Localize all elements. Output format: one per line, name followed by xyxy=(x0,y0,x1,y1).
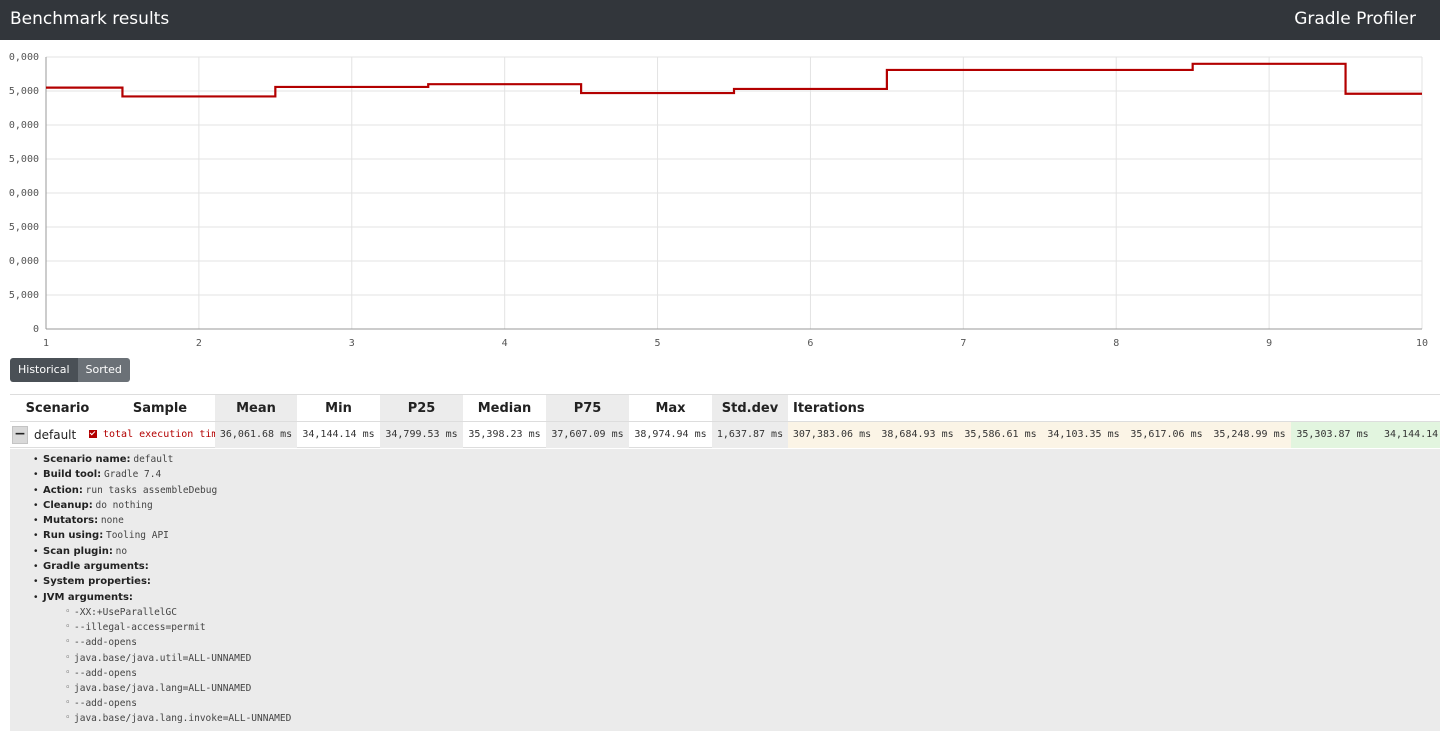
detail-item: Cleanup: do nothing xyxy=(34,498,1440,514)
detail-key: Scan plugin: xyxy=(43,545,113,557)
detail-value: Gradle 7.4 xyxy=(103,469,162,481)
detail-item: Run using: Tooling API xyxy=(34,528,1440,544)
x-tick-label: 10 xyxy=(1416,338,1428,349)
detail-value: Tooling API xyxy=(105,530,169,542)
iteration-value: 38,684.93 ms xyxy=(876,422,959,448)
detail-key: System properties: xyxy=(43,576,151,588)
historical-button[interactable]: Historical xyxy=(10,358,78,382)
detail-value: none xyxy=(100,515,124,527)
iteration-value: 307,383.06 ms xyxy=(788,422,876,448)
header-iterations: Iterations xyxy=(793,401,865,416)
sorted-button[interactable]: Sorted xyxy=(77,358,130,382)
chart-grid xyxy=(45,56,1423,330)
header-mean: Mean xyxy=(215,395,297,422)
detail-key: Mutators: xyxy=(43,515,99,527)
view-toggle: Historical Sorted xyxy=(10,358,130,382)
stddev-value: 1,637.87 ms xyxy=(712,422,788,448)
jvm-arg: java.base/java.util=ALL-UNNAMED xyxy=(43,651,1440,666)
x-tick-label: 5 xyxy=(655,338,661,349)
detail-item: Action: run tasks assembleDebug xyxy=(34,483,1440,499)
iteration-value: 34,144.14 ms xyxy=(1374,422,1440,448)
benchmark-chart: 0 5,000 0,000 5,000 0,000 5,000 0,000 5,000 0,00… xyxy=(0,40,1440,355)
header-p75: P75 xyxy=(546,395,629,422)
jvm-arg: --add-opens xyxy=(43,696,1440,711)
scenario-name: default xyxy=(34,428,77,442)
y-tick-label: 0,000 xyxy=(9,256,39,267)
iteration-value: 35,617.06 ms xyxy=(1125,422,1208,448)
y-tick-label: 5,000 xyxy=(9,86,39,97)
detail-item: System properties: xyxy=(34,574,1440,590)
iteration-value: 35,248.99 ms xyxy=(1208,422,1291,448)
header-sample: Sample xyxy=(132,401,188,416)
detail-key: Action: xyxy=(43,484,83,496)
detail-item: Gradle arguments: xyxy=(34,559,1440,575)
detail-value: no xyxy=(115,545,128,557)
detail-key: Gradle arguments: xyxy=(43,561,149,573)
x-tick-label: 3 xyxy=(349,338,355,349)
x-tick-label: 6 xyxy=(807,338,813,349)
detail-value: run tasks assembleDebug xyxy=(85,484,218,496)
detail-key: Scenario name: xyxy=(43,454,131,465)
scenario-details: Scenario name: default Build tool: Gradl… xyxy=(10,449,1440,731)
chart-series xyxy=(46,62,1422,98)
detail-item: Scan plugin: no xyxy=(34,544,1440,560)
detail-value: do nothing xyxy=(95,499,153,511)
median-value: 35,398.23 ms xyxy=(468,429,541,440)
detail-key: Cleanup: xyxy=(43,499,93,511)
top-bar: Benchmark results Gradle Profiler xyxy=(0,0,1440,40)
x-tick-label: 1 xyxy=(43,338,49,349)
detail-item: Mutators: none xyxy=(34,513,1440,529)
jvm-arg: --illegal-access=permit xyxy=(43,620,1440,635)
detail-item: JVM arguments: xyxy=(34,590,1440,606)
x-tick-label: 7 xyxy=(960,338,966,349)
iteration-value: 34,103.35 ms xyxy=(1042,422,1125,448)
jvm-arg: -XX:+UseParallelGC xyxy=(43,605,1440,620)
jvm-arg: java.base/java.lang.invoke=ALL-UNNAMED xyxy=(43,711,1440,726)
detail-key: Run using: xyxy=(43,530,104,542)
sample-label: total execution time xyxy=(103,429,224,440)
collapse-toggle[interactable]: − xyxy=(12,426,28,444)
chart-svg: 0 5,000 0,000 5,000 0,000 5,000 0,000 5,000 0,00… xyxy=(9,52,1428,349)
detail-item: Build tool: Gradle 7.4 xyxy=(34,467,1440,483)
y-tick-label: 0,000 xyxy=(9,120,39,131)
header-max: Max xyxy=(655,401,686,416)
mean-value: 36,061.68 ms xyxy=(215,422,297,448)
detail-key: Build tool: xyxy=(43,469,102,481)
sample-checkbox[interactable] xyxy=(89,430,97,438)
header-median: Median xyxy=(477,401,532,416)
detail-key: JVM arguments: xyxy=(43,591,133,603)
detail-value: default xyxy=(133,454,174,465)
p25-value: 34,799.53 ms xyxy=(380,422,463,448)
x-tick-label: 2 xyxy=(196,338,202,349)
min-value: 34,144.14 ms xyxy=(302,429,375,440)
y-tick-label: 5,000 xyxy=(9,290,39,301)
results-table: Scenario Sample Mean Min P25 Median P75 … xyxy=(10,394,1440,731)
y-tick-label: 5,000 xyxy=(9,154,39,165)
table-header: Scenario Sample Mean Min P25 Median P75 … xyxy=(10,394,1440,422)
max-value: 38,974.94 ms xyxy=(634,429,707,440)
jvm-arg: java.base/java.lang=ALL-UNNAMED xyxy=(43,681,1440,696)
header-p25: P25 xyxy=(380,395,463,422)
iteration-value: 35,586.61 ms xyxy=(959,422,1042,448)
x-tick-label: 4 xyxy=(502,338,508,349)
y-tick-label: 5,000 xyxy=(9,222,39,233)
table-row: − default total execution time 36,061.68… xyxy=(10,421,1440,448)
series-line xyxy=(46,62,1422,98)
p75-value: 37,607.09 ms xyxy=(546,422,629,448)
y-tick-label: 0,000 xyxy=(9,188,39,199)
y-tick-label: 0 xyxy=(33,324,39,335)
brand-label: Gradle Profiler xyxy=(1294,9,1416,29)
y-tick-label: 0,000 xyxy=(9,52,39,63)
header-min: Min xyxy=(325,401,352,416)
page-title: Benchmark results xyxy=(10,9,170,29)
jvm-arg: --add-opens xyxy=(43,666,1440,681)
detail-item: Scenario name: default xyxy=(34,452,1440,468)
header-stddev: Std.dev xyxy=(712,395,788,422)
header-scenario: Scenario xyxy=(25,401,90,416)
jvm-arg: --add-opens xyxy=(43,635,1440,650)
x-tick-label: 8 xyxy=(1113,338,1119,349)
iteration-value: 35,303.87 ms xyxy=(1291,422,1374,448)
x-tick-label: 9 xyxy=(1266,338,1272,349)
